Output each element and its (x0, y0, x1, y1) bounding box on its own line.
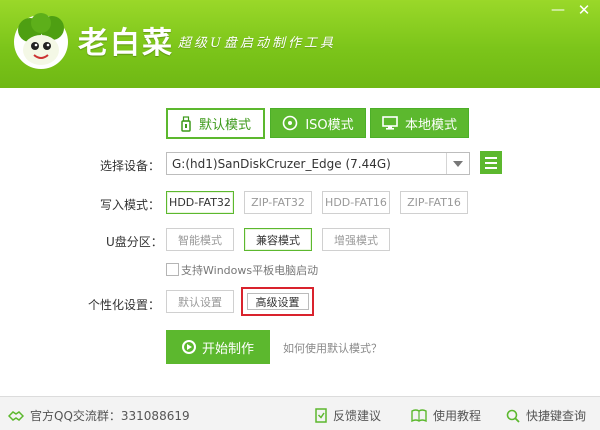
book-icon (411, 409, 427, 422)
close-button[interactable]: ✕ (574, 3, 594, 19)
app-slogan: 超级U盘启动制作工具 (178, 36, 336, 51)
footer-bar: 官方QQ交流群：331088619 反馈建议 使用教程 快捷键查询 (0, 396, 600, 430)
windows-tablet-checkbox[interactable] (166, 263, 179, 276)
write-mode-hdd-fat16[interactable]: HDD-FAT16 (322, 191, 390, 214)
partition-smart-mode[interactable]: 智能模式 (166, 228, 234, 251)
windows-tablet-checkbox-label[interactable]: 支持Windows平板电脑启动 (181, 262, 318, 278)
feedback-icon (315, 408, 327, 423)
device-select[interactable]: G:(hd1)SanDiskCruzer_Edge (7.44G) (166, 152, 470, 175)
qq-group-text: 官方QQ交流群：331088619 (30, 409, 190, 423)
personalize-label: 个性化设置： (88, 298, 161, 312)
tab-local-mode-label: 本地模式 (404, 117, 457, 133)
device-select-value: G:(hd1)SanDiskCruzer_Edge (7.44G) (172, 156, 391, 171)
shortcut-query-text: 快捷键查询 (526, 409, 587, 423)
tab-default-mode-label: 默认模式 (198, 118, 251, 133)
partition-enhanced-mode[interactable]: 增强模式 (322, 228, 390, 251)
shortcut-query-link[interactable]: 快捷键查询 (506, 407, 586, 424)
disc-icon (282, 115, 298, 131)
write-mode-hdd-fat32[interactable]: HDD-FAT32 (166, 191, 234, 214)
handshake-icon (8, 409, 24, 423)
help-link[interactable]: 如何使用默认模式？ (283, 340, 382, 356)
partition-label: U盘分区： (106, 235, 163, 249)
app-brand-name: 老白菜 (78, 26, 174, 61)
device-label: 选择设备： (100, 159, 161, 173)
advanced-settings-label: 高级设置 (246, 293, 309, 310)
play-icon (181, 340, 196, 354)
tab-local-mode[interactable]: 本地模式 (370, 108, 469, 138)
qq-group-link[interactable]: 官方QQ交流群：331088619 (8, 407, 190, 424)
tab-default-mode[interactable]: 默认模式 (166, 108, 265, 139)
chevron-down-icon[interactable] (446, 153, 469, 174)
feedback-link[interactable]: 反馈建议 (315, 407, 381, 424)
write-mode-zip-fat32[interactable]: ZIP-FAT32 (244, 191, 312, 214)
partition-compat-mode[interactable]: 兼容模式 (244, 228, 312, 251)
advanced-settings-button[interactable]: 高级设置 (241, 287, 314, 316)
tutorial-link[interactable]: 使用教程 (411, 407, 481, 424)
start-button[interactable]: 开始制作 (166, 330, 270, 364)
feedback-text: 反馈建议 (333, 409, 382, 423)
menu-icon-bar (485, 166, 497, 169)
tab-iso-mode-label: ISO模式 (305, 117, 354, 133)
menu-icon-bar (485, 156, 497, 159)
write-mode-zip-fat16[interactable]: ZIP-FAT16 (400, 191, 468, 214)
device-menu-button[interactable] (480, 151, 502, 174)
title-bar: 老白菜 超级U盘启动制作工具 — ✕ (0, 0, 600, 88)
start-button-label: 开始制作 (201, 341, 254, 357)
tab-iso-mode[interactable]: ISO模式 (270, 108, 366, 138)
write-mode-label: 写入模式： (100, 198, 161, 212)
menu-icon-bar (485, 161, 497, 164)
cabbage-mascot-logo (14, 13, 68, 69)
usb-drive-icon (180, 115, 192, 132)
default-settings-button[interactable]: 默认设置 (166, 290, 234, 313)
minimize-button[interactable]: — (548, 3, 568, 19)
monitor-icon (382, 115, 398, 131)
tutorial-text: 使用教程 (433, 409, 482, 423)
search-icon (506, 409, 520, 423)
